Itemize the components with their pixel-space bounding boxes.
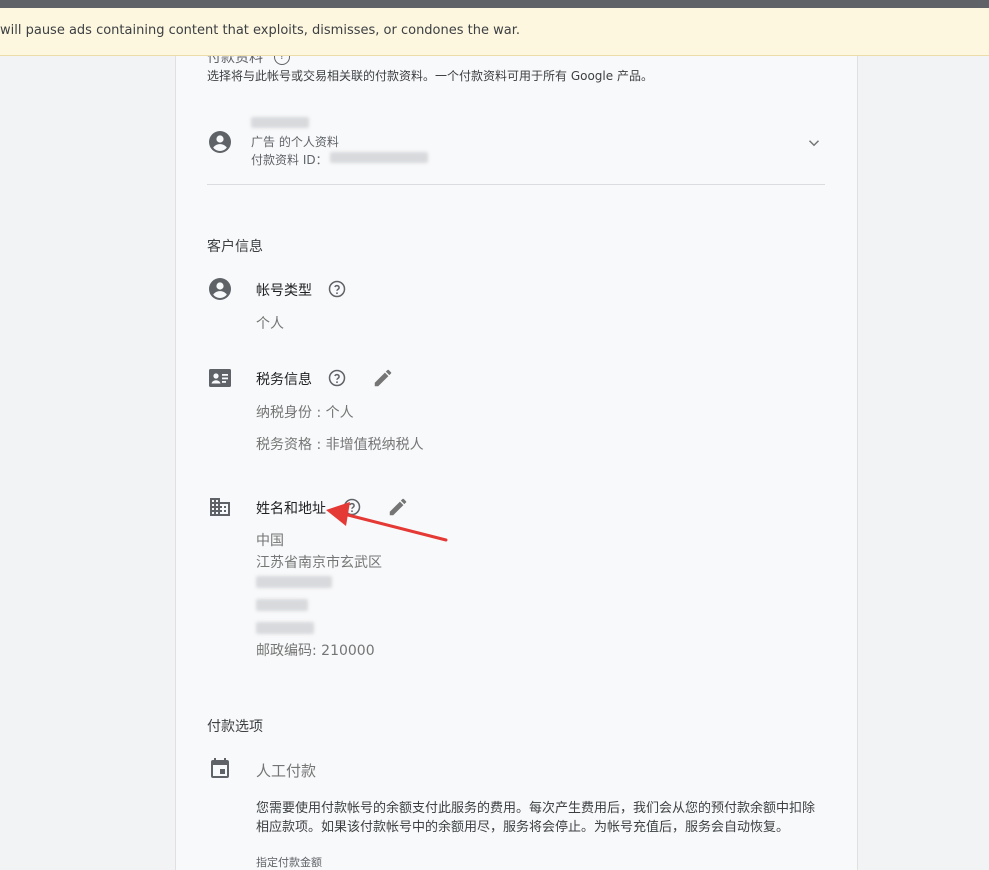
name-redacted xyxy=(256,622,314,634)
payment-profile-title: 付款资料 xyxy=(207,56,263,66)
divider xyxy=(207,184,825,185)
help-circle-icon[interactable] xyxy=(343,498,361,516)
top-bar xyxy=(0,0,989,8)
payment-options-title: 付款选项 xyxy=(207,719,263,735)
account-type-label: 帐号类型 xyxy=(256,283,312,299)
help-circle-icon[interactable] xyxy=(328,369,346,387)
profile-name-redacted xyxy=(251,117,309,128)
account-circle-icon xyxy=(209,278,231,300)
customer-info-title: 客户信息 xyxy=(207,239,263,255)
id-card-icon xyxy=(209,369,231,387)
address-country: 中国 xyxy=(256,533,284,549)
tax-status: 税务资格 : 非增值税纳税人 xyxy=(256,437,424,453)
help-icon[interactable]: ? xyxy=(274,56,290,65)
calendar-icon xyxy=(211,758,229,778)
payment-method: 人工付款 xyxy=(256,762,317,780)
account-type-value: 个人 xyxy=(256,316,284,332)
pencil-icon[interactable] xyxy=(387,496,409,518)
pencil-icon[interactable] xyxy=(372,367,394,389)
profile-id-redacted xyxy=(330,152,428,163)
payment-amount-label: 指定付款金额 xyxy=(256,856,322,869)
address-line-redacted xyxy=(256,576,332,588)
chevron-down-icon[interactable] xyxy=(805,134,823,152)
payment-description: 您需要使用付款帐号的余额支付此服务的费用。每次产生费用后，我们会从您的预付款余额… xyxy=(256,801,816,835)
banner-text: will pause ads containing content that e… xyxy=(0,23,520,38)
billing-settings-card: 付款资料 ? 选择将与此帐号或交易相关联的付款资料。一个付款资料可用于所有 Go… xyxy=(175,56,858,870)
help-circle-icon[interactable] xyxy=(328,280,346,298)
name-address-label: 姓名和地址 xyxy=(256,501,326,517)
postal-code: 邮政编码: 210000 xyxy=(256,643,375,659)
address-line-redacted xyxy=(256,599,308,611)
address-region: 江苏省南京市玄武区 xyxy=(256,555,382,571)
notice-banner: will pause ads containing content that e… xyxy=(0,8,989,56)
building-icon xyxy=(210,498,230,516)
profile-type: 广告 的个人资料 xyxy=(251,135,339,149)
tax-info-label: 税务信息 xyxy=(256,372,312,388)
tax-identity: 纳税身份 : 个人 xyxy=(256,405,354,421)
profile-id-label: 付款资料 ID： xyxy=(251,153,328,167)
payment-profile-subtitle: 选择将与此帐号或交易相关联的付款资料。一个付款资料可用于所有 Google 产品… xyxy=(207,69,653,83)
account-circle-icon xyxy=(209,131,231,153)
